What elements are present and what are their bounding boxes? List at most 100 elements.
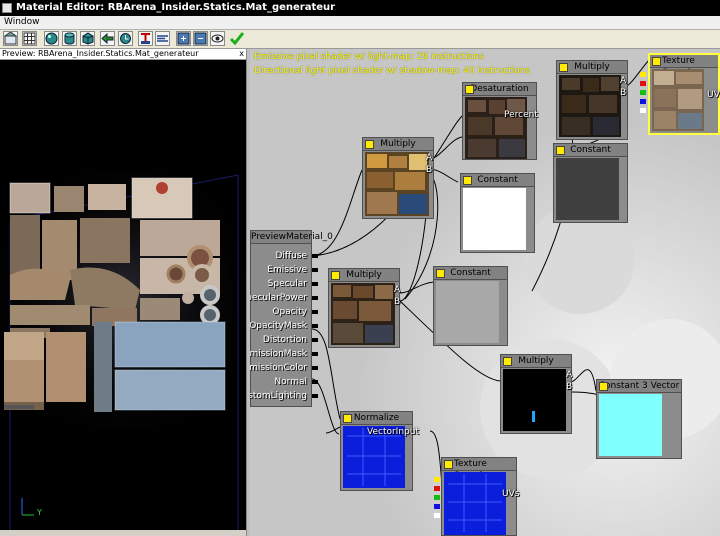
cube-icon[interactable] [80,31,95,46]
sphere-icon[interactable] [44,31,59,46]
multiply-node-3-title: Multiply [574,62,610,72]
node-pin-icon [343,414,352,423]
multiply-4-preview [503,369,566,431]
input-distortion: Distortion [262,335,307,345]
constant-node-3-title: Constant [570,145,611,155]
connector-opacity-mask[interactable] [312,324,318,328]
constant-3-vector-node[interactable]: Constant 3 Vector [596,379,682,459]
multiply-node-4[interactable]: Multiply [500,354,572,434]
desaturation-node-title: Desaturation [470,84,529,94]
input-normal: Normal [274,377,307,387]
preview-render [0,60,246,530]
material-graph-canvas[interactable]: Emissive pixel shader w/ light-map: 29 i… [250,49,720,536]
input-custom-lighting: CustomLighting [250,391,307,401]
expand-icon[interactable] [176,31,191,46]
multiply-3-in-a: A [620,76,627,86]
connector-specular-power[interactable] [312,296,318,300]
texture-sample-2-preview [444,472,506,535]
node-pin-icon [556,146,565,155]
texture-sample-1-uvs: UVs [707,90,720,100]
preview-title: Preview: RBArena_Insider.Statics.Mat_gen… [2,49,199,58]
menu-window[interactable]: Window [4,16,40,29]
preview-viewport[interactable]: Y [0,60,246,530]
node-pin-icon [444,460,453,469]
normalize-vector-input: VectorInput [367,427,419,437]
connector-distortion[interactable] [312,338,318,342]
menu-bar: Window [0,16,720,30]
node-pin-icon [559,63,568,72]
home-icon[interactable] [3,31,18,46]
node-pin-icon [436,269,445,278]
toolbar [0,30,720,49]
connector-custom-lighting[interactable] [312,394,318,398]
constant-node-1[interactable]: Constant [460,173,535,253]
back-arrow-icon[interactable] [100,31,115,46]
constant-node-2[interactable]: Constant [433,266,508,346]
eye-icon[interactable] [210,31,225,46]
preview-close-icon[interactable]: x [239,49,244,59]
connector-transmission-color[interactable] [312,366,318,370]
connector-diffuse[interactable] [312,254,318,258]
toggle-stats-icon[interactable] [155,31,170,46]
material-output-title: PreviewMaterial_0 [251,231,333,244]
channel-rgba-swatch[interactable] [640,72,646,77]
texture-sample-1-preview [652,69,704,131]
constant-1-swatch [463,188,526,250]
multiply-node-3[interactable]: Multiply [556,60,628,140]
multiply-2-preview [331,283,395,345]
channel-g-swatch-2[interactable] [434,495,440,500]
window-titlebar: Material Editor: RBArena_Insider.Statics… [0,0,720,16]
normalize-node[interactable]: Normalize [340,411,413,491]
input-opacity-mask: OpacityMask [250,321,307,331]
desaturation-node[interactable]: Desaturation [462,82,537,160]
constant-2-swatch [436,281,499,343]
node-pin-icon [463,176,472,185]
multiply-node-1-title: Multiply [380,139,416,149]
constant-3-vector-swatch [599,394,662,456]
material-output-node[interactable]: PreviewMaterial_0 Diffuse Emissive Specu… [250,230,333,407]
apply-check-icon[interactable] [229,31,245,46]
normalize-node-title: Normalize [353,413,400,423]
connector-emissive[interactable] [312,268,318,272]
constant-3-vector-title: Constant 3 Vector [598,381,680,391]
input-specular-power: SpecularPower [250,293,307,303]
connector-specular[interactable] [312,282,318,286]
connector-normal[interactable] [312,380,318,384]
input-opacity: Opacity [272,307,307,317]
channel-b-swatch-2[interactable] [434,504,440,509]
multiply-3-in-b: B [620,88,627,98]
channel-a-swatch-2[interactable] [434,513,440,518]
constant-node-3[interactable]: Constant [553,143,628,223]
preview-panel-header: Preview: RBArena_Insider.Statics.Mat_gen… [0,49,247,60]
collapse-icon[interactable] [193,31,208,46]
multiply-node-2-title: Multiply [346,270,382,280]
multiply-3-preview [559,75,621,137]
channel-g-swatch[interactable] [640,90,646,95]
channel-rgba-swatch-2[interactable] [434,477,440,482]
multiply-node-2[interactable]: Multiply [328,268,400,348]
node-pin-icon [331,271,340,280]
connector-opacity[interactable] [312,310,318,314]
node-pin-icon [599,382,608,391]
channel-a-swatch[interactable] [640,108,646,113]
grid-icon[interactable] [22,31,37,46]
node-pin-icon [465,85,474,94]
window-title: Material Editor: RBArena_Insider.Statics… [16,2,336,13]
stats-line-directional: Directional light pixel shader w/ shadow… [254,66,531,76]
constant-3-swatch [556,158,619,220]
constant-node-1-title: Constant [477,175,518,185]
texture-sample-2-uvs: UVs [502,489,520,499]
toggle-preview-icon[interactable] [138,31,153,46]
app-icon [2,3,12,13]
channel-r-swatch-2[interactable] [434,486,440,491]
channel-r-swatch[interactable] [640,81,646,86]
multiply-1-in-b: B [426,165,433,175]
channel-b-swatch[interactable] [640,99,646,104]
node-pin-icon [652,57,661,66]
realtime-icon[interactable] [118,31,133,46]
multiply-node-1[interactable]: Multiply [362,137,434,219]
multiply-4-in-b: B [566,382,573,392]
connector-transmission-mask[interactable] [312,352,318,356]
cylinder-icon[interactable] [62,31,77,46]
multiply-2-in-b: B [394,297,401,307]
